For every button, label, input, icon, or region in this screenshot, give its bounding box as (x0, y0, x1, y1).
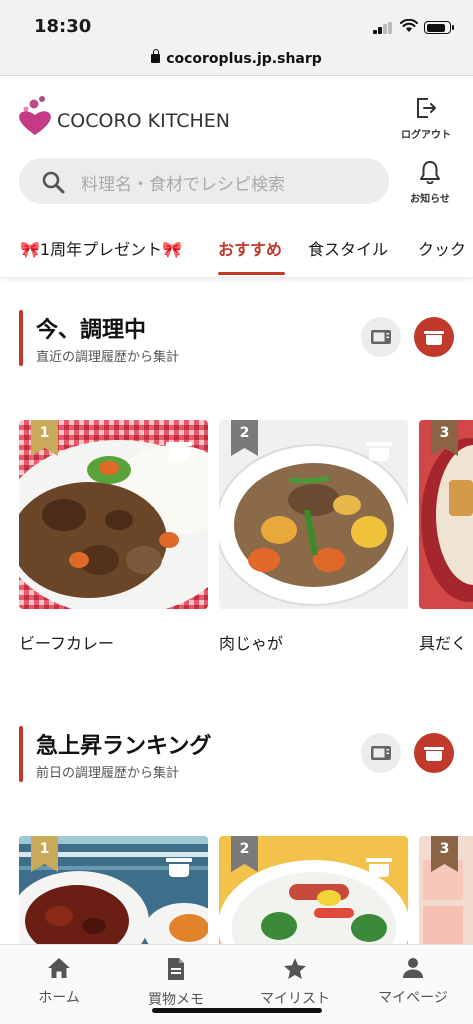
logo-icon (19, 96, 51, 135)
tab-food-style[interactable]: 食スタイル (308, 236, 388, 260)
microwave-filter-button[interactable] (361, 733, 401, 773)
rank-number: 2 (239, 425, 250, 441)
recipe-name[interactable]: 肉じゃが (219, 630, 283, 654)
microwave-filter-button[interactable] (361, 317, 401, 357)
microwave-icon (371, 746, 391, 760)
lock-icon (151, 49, 161, 63)
bell-icon (420, 161, 440, 185)
rank-number: 2 (239, 841, 250, 857)
pot-filter-button[interactable] (414, 733, 454, 773)
section-accent-bar (19, 726, 23, 782)
microwave-icon (371, 330, 391, 344)
rank-number: 3 (439, 841, 450, 857)
home-icon (48, 958, 70, 978)
pot-icon (424, 747, 444, 761)
category-tabs: 🎀1周年プレゼント🎀 おすすめ 食スタイル クック (0, 222, 473, 278)
home-indicator (152, 1008, 322, 1013)
tab-cook[interactable]: クック (418, 236, 466, 260)
section-accent-bar (19, 310, 23, 366)
wifi-icon (400, 19, 418, 32)
search-placeholder: 料理名・食材でレシピ検索 (81, 175, 285, 195)
logo-text: COCORO KITCHEN (57, 110, 230, 132)
nav-home[interactable]: ホーム (4, 957, 114, 1007)
status-bar: 18:30 (0, 0, 473, 46)
recipe-name[interactable]: 具だく (419, 630, 473, 654)
logout-icon (417, 98, 436, 118)
logout-label: ログアウト (401, 130, 451, 141)
nav-my-list[interactable]: マイリスト (240, 957, 350, 1008)
recipe-card-rising-3[interactable]: 3 (419, 836, 473, 944)
recipe-card-third[interactable]: 3 (419, 420, 473, 609)
search-icon (42, 171, 65, 194)
pot-icon (366, 442, 392, 461)
nav-shopping-memo-label: 買物メモ (148, 992, 204, 1008)
section-subtitle-now-cooking: 直近の調理履歴から集計 (36, 350, 180, 365)
nav-my-page-label: マイページ (378, 990, 448, 1006)
memo-icon (168, 958, 184, 980)
section-title-now-cooking: 今、調理中 (36, 318, 147, 343)
search-input[interactable]: 料理名・食材でレシピ検索 (19, 158, 389, 204)
rank-number: 1 (39, 425, 50, 441)
recipe-card-nikujaga[interactable]: 2 (219, 420, 408, 609)
pot-icon (166, 858, 192, 877)
pot-icon (424, 331, 444, 345)
nav-shopping-memo[interactable]: 買物メモ (121, 957, 231, 1009)
recipe-name[interactable]: ビーフカレー (19, 630, 114, 654)
nav-my-list-label: マイリスト (260, 991, 330, 1007)
rank-number: 1 (39, 841, 50, 857)
signal-icon (373, 22, 395, 34)
logout-button[interactable]: ログアウト (396, 96, 456, 141)
tab-active-indicator (218, 272, 285, 275)
nav-my-page[interactable]: マイページ (358, 957, 468, 1007)
section-subtitle-rising-ranking: 前日の調理履歴から集計 (36, 766, 180, 781)
recipe-card-beef-curry[interactable]: 1 (19, 420, 208, 609)
section-title-rising-ranking: 急上昇ランキング (36, 734, 212, 759)
url-text: cocoroplus.jp.sharp (166, 51, 322, 67)
star-icon (284, 958, 306, 979)
tab-recommended[interactable]: おすすめ (218, 236, 282, 260)
notice-label: お知らせ (410, 194, 450, 205)
nav-home-label: ホーム (38, 990, 80, 1006)
person-icon (403, 958, 423, 978)
pot-icon (366, 858, 392, 877)
pot-filter-button[interactable] (414, 317, 454, 357)
notice-button[interactable]: お知らせ (402, 160, 458, 205)
recipe-card-rising-1[interactable]: 1 (19, 836, 208, 944)
tab-anniversary-present[interactable]: 🎀1周年プレゼント🎀 (20, 236, 182, 260)
status-time: 18:30 (34, 16, 92, 37)
pot-icon (166, 442, 192, 461)
battery-icon (424, 21, 454, 34)
recipe-card-rising-2[interactable]: 2 (219, 836, 408, 944)
rank-number: 3 (439, 425, 450, 441)
url-bar[interactable]: cocoroplus.jp.sharp (0, 46, 473, 76)
